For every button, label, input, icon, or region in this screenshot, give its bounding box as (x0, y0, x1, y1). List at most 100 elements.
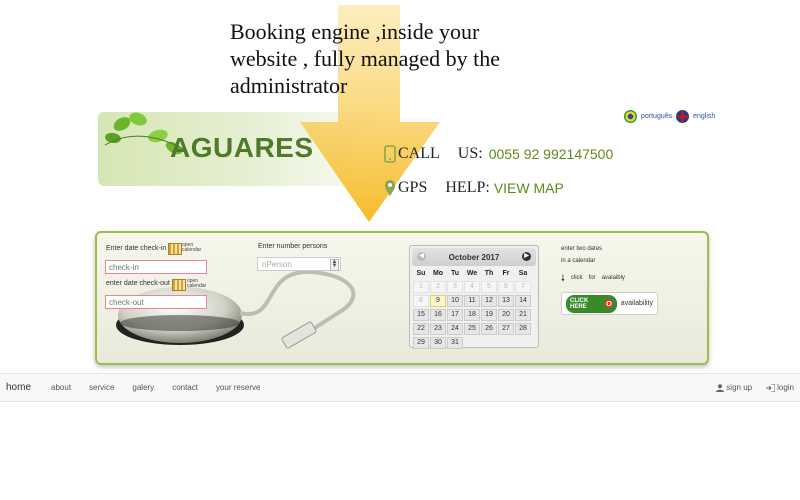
persons-label: Enter number persons (258, 243, 328, 250)
calendar-day[interactable]: 25 (464, 323, 480, 335)
checkout-open-calendar-text[interactable]: open calendar (187, 279, 217, 289)
click-word-3: avalaibly (601, 275, 625, 281)
login-link[interactable]: login (766, 383, 794, 392)
calendar-day: 3 (447, 281, 463, 293)
view-map-link[interactable]: VIEW MAP (494, 180, 564, 196)
nav-contact[interactable]: contact (172, 383, 198, 392)
weekday-header: We (466, 270, 478, 277)
prev-month-icon[interactable]: ◀ (417, 252, 426, 261)
nav-galery[interactable]: galery (132, 383, 154, 392)
hint-line-2: in a calendar (561, 258, 596, 264)
click-here-badge: CLICK HERE (566, 294, 617, 313)
mobile-phone-icon (384, 145, 396, 163)
nav-account: sign up login (716, 374, 794, 401)
next-month-icon[interactable]: ▶ (522, 252, 531, 261)
nav-your-reserve[interactable]: your reserve (216, 383, 260, 392)
brand-name: AGUARES (170, 132, 314, 163)
calendar-grid: Su Mo Tu We Th Fr Sa 1 2 3 4 5 6 7 8 9 10 11 12 13 14 15 16 17 1… (410, 268, 538, 350)
calendar-day[interactable]: 26 (481, 323, 497, 335)
date-hint: enter two dates in a calendar (561, 243, 602, 267)
promo-line-2: website , fully managed by the (230, 46, 501, 71)
promo-headline: Booking engine ,inside your website , fu… (230, 18, 590, 99)
persons-stepper[interactable]: nPerson ▲ ▼ (257, 257, 341, 271)
calendar-day[interactable]: 20 (498, 309, 514, 321)
weekday-header: Fr (502, 270, 510, 277)
calendar-day[interactable]: 23 (430, 323, 446, 335)
promo-line-3: administrator (230, 73, 348, 98)
us-label: US: (457, 145, 483, 162)
phone-number[interactable]: 0055 92 992147500 (489, 146, 614, 162)
nav-about[interactable]: about (51, 383, 71, 392)
checkout-calendar-icon[interactable] (172, 279, 186, 291)
weekday-header: Th (484, 270, 494, 277)
calendar-day[interactable]: 31 (447, 337, 463, 349)
calendar-day: 5 (481, 281, 497, 293)
nav-service[interactable]: service (89, 383, 114, 392)
map-pin-icon (385, 180, 395, 196)
gps-label: GPS (398, 179, 428, 196)
checkin-calendar-icon[interactable] (168, 243, 182, 255)
persons-placeholder: nPerson (262, 260, 292, 269)
gps-row: GPS HELP: VIEW MAP (384, 177, 613, 199)
calendar-day[interactable]: 18 (464, 309, 480, 321)
calendar-day[interactable]: 24 (447, 323, 463, 335)
phone-row: CALL US: 0055 92 992147500 (384, 143, 613, 165)
calendar-day[interactable]: 16 (430, 309, 446, 321)
click-word-2: for (588, 275, 596, 281)
contact-info: CALL US: 0055 92 992147500 GPS HELP: VIE… (384, 143, 613, 199)
brazil-flag-icon[interactable] (624, 110, 637, 123)
signup-link[interactable]: sign up (716, 383, 752, 392)
calendar-day: 2 (430, 281, 446, 293)
nav-home[interactable]: home (6, 382, 31, 393)
click-here-label: CLICK HERE (570, 297, 589, 310)
checkout-label: enter date check-out (106, 280, 170, 287)
calendar-day: 8 (413, 295, 429, 307)
check-availability-button[interactable]: CLICK HERE availability (561, 292, 658, 315)
down-arrow-icon: 🠗 (561, 273, 565, 283)
signup-label: sign up (726, 383, 753, 392)
calendar-day[interactable]: 30 (430, 337, 446, 349)
help-label: HELP: (445, 179, 490, 196)
lang-english-link[interactable]: english (693, 113, 715, 120)
calendar-day[interactable]: 17 (447, 309, 463, 321)
calendar-day: 6 (498, 281, 514, 293)
calendar-day[interactable]: 19 (481, 309, 497, 321)
call-label: CALL (398, 145, 440, 162)
calendar-day[interactable]: 9 (430, 295, 446, 307)
calendar-day: 4 (464, 281, 480, 293)
calendar-day[interactable]: 29 (413, 337, 429, 349)
user-icon (716, 383, 725, 392)
calendar-month: October 2017 (448, 252, 500, 262)
checkout-input[interactable] (105, 295, 207, 309)
calendar-day[interactable]: 28 (515, 323, 531, 335)
uk-flag-icon[interactable] (676, 110, 690, 123)
availability-label: availability (620, 300, 653, 307)
calendar-day[interactable]: 21 (515, 309, 531, 321)
main-navbar: home about service galery contact your r… (0, 373, 800, 402)
weekday-header: Tu (450, 270, 460, 277)
calendar-day[interactable]: 11 (464, 295, 480, 307)
login-label: login (777, 383, 794, 392)
hint-line-1: enter two dates (561, 246, 603, 252)
click-word-1: click (570, 275, 583, 281)
target-icon (604, 299, 613, 308)
checkin-input[interactable] (105, 260, 207, 274)
login-icon (766, 383, 776, 392)
weekday-header: Mo (432, 270, 444, 277)
calendar-day[interactable]: 14 (515, 295, 531, 307)
nav-links: home about service galery contact your r… (6, 374, 278, 401)
stepper-arrows-icon[interactable]: ▲ ▼ (330, 259, 339, 271)
checkin-open-calendar-text[interactable]: open calendar (182, 243, 212, 253)
calendar-day[interactable]: 15 (413, 309, 429, 321)
weekday-header: Sa (518, 270, 528, 277)
calendar-day[interactable]: 22 (413, 323, 429, 335)
calendar-widget: ◀ October 2017 ▶ Su Mo Tu We Th Fr Sa 1 2 3 4 5 6 7 8 9… (409, 245, 539, 350)
calendar-day[interactable]: 13 (498, 295, 514, 307)
weekday-header: Su (416, 270, 426, 277)
calendar-day[interactable]: 27 (498, 323, 514, 335)
calendar-day[interactable]: 12 (481, 295, 497, 307)
calendar-day[interactable]: 10 (447, 295, 463, 307)
click-instruction: 🠗 click for avalaibly (561, 273, 625, 283)
checkin-label: Enter date check-in (106, 245, 167, 252)
lang-portuguese-link[interactable]: português (641, 113, 672, 120)
